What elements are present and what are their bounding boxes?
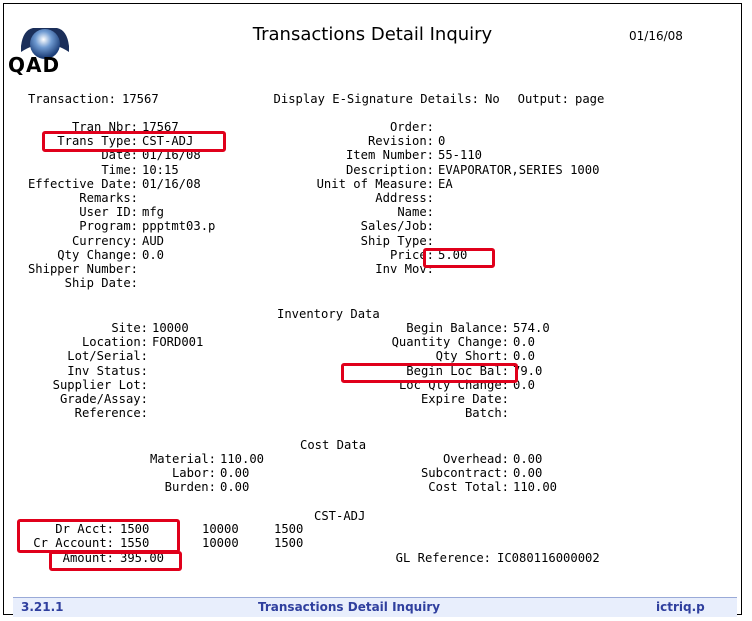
inventory-field-label: Reference: bbox=[74, 406, 148, 421]
cost-total-field-label: Overhead: bbox=[442, 452, 509, 466]
inventory-field-value: FORD001 bbox=[152, 335, 204, 350]
footer-title: Transactions Detail Inquiry bbox=[258, 600, 441, 614]
inventory-balance-field-label: Begin Loc Bal: bbox=[406, 363, 509, 378]
transaction-field-label: Shipper Number: bbox=[27, 262, 138, 276]
cost-total-field-value: 0.00 bbox=[513, 452, 543, 466]
header-date: 01/16/08 bbox=[629, 29, 683, 43]
esig-label: Display E-Signature Details: bbox=[273, 92, 479, 106]
inventory-field-label: Grade/Assay: bbox=[59, 392, 148, 406]
cost-field-label: Material: bbox=[149, 452, 216, 466]
status-bar: 3.21.1 Transactions Detail Inquiry ictri… bbox=[13, 597, 737, 617]
item-field-label: Ship Type: bbox=[360, 233, 434, 248]
transaction-label: Transaction: bbox=[27, 92, 116, 106]
item-field-label: Revision: bbox=[367, 134, 434, 149]
gl-reference-value: IC080116000002 bbox=[497, 551, 600, 565]
transaction-field-label: Tran Nbr: bbox=[71, 120, 138, 134]
item-field-value: EVAPORATOR,SERIES 1000 bbox=[438, 162, 600, 177]
inventory-field-label: Site: bbox=[111, 321, 148, 335]
inventory-balance-field-label: Batch: bbox=[464, 406, 509, 421]
inventory-balance-field-label: Quantity Change: bbox=[391, 335, 509, 350]
inventory-balance-field-value: 79.0 bbox=[513, 363, 543, 378]
logo-text: QAD bbox=[8, 53, 61, 77]
program-name: ictriq.p bbox=[656, 600, 705, 614]
transaction-field-label: Date: bbox=[101, 148, 138, 163]
cr-cc-value: 1500 bbox=[274, 536, 304, 550]
cr-account-label: Cr Account: bbox=[33, 536, 114, 550]
inventory-balance-field-label: Qty Short: bbox=[435, 349, 509, 364]
inventory-heading: Inventory Data bbox=[277, 307, 380, 321]
transaction-field-value: 0.0 bbox=[142, 247, 165, 262]
transaction-field-label: Ship Date: bbox=[64, 276, 138, 291]
transaction-field-value: AUD bbox=[142, 233, 165, 248]
item-field-label: Address: bbox=[375, 191, 434, 205]
amount-label: Amount: bbox=[62, 551, 114, 565]
cr-sub-value: 10000 bbox=[202, 536, 239, 550]
item-field-label: Description: bbox=[345, 162, 434, 177]
dr-acct-value: 1500 bbox=[120, 522, 150, 536]
inventory-balance-field-label: Expire Date: bbox=[420, 392, 509, 406]
transaction-field-value: ppptmt03.p bbox=[142, 219, 216, 234]
gl-reference-label: GL Reference: bbox=[395, 551, 491, 565]
item-field-label: Order: bbox=[389, 120, 434, 134]
item-field-value: EA bbox=[438, 176, 453, 191]
transaction-field-label: Trans Type: bbox=[57, 134, 138, 149]
inventory-balance-field-label: Begin Balance: bbox=[406, 321, 509, 335]
inventory-balance-field-value: 0.0 bbox=[513, 377, 536, 392]
dr-sub-value: 10000 bbox=[202, 522, 239, 536]
cost-total-field-label: Cost Total: bbox=[428, 480, 509, 495]
item-field-value: 0 bbox=[438, 134, 446, 149]
cost-field-label: Burden: bbox=[164, 480, 216, 495]
inventory-field-label: Lot/Serial: bbox=[67, 349, 148, 364]
transaction-field-label: Program: bbox=[79, 219, 138, 234]
dr-cc-value: 1500 bbox=[274, 522, 304, 536]
transaction-field-value: 01/16/08 bbox=[142, 176, 201, 191]
transaction-field-label: Qty Change: bbox=[57, 247, 138, 262]
inventory-field-label: Supplier Lot: bbox=[52, 377, 148, 392]
inventory-balance-field-value: 574.0 bbox=[513, 321, 550, 335]
item-field-label: Sales/Job: bbox=[360, 219, 434, 234]
cr-account-value: 1550 bbox=[120, 536, 150, 550]
inventory-field-label: Inv Status: bbox=[67, 363, 148, 378]
gl-heading: CST-ADJ bbox=[314, 509, 366, 523]
cost-field-value: 0.00 bbox=[220, 480, 250, 495]
cost-field-value: 0.00 bbox=[220, 466, 250, 481]
item-field-value: 55-110 bbox=[438, 148, 483, 163]
transaction-field-value: mfg bbox=[142, 205, 165, 220]
transaction-field-label: User ID: bbox=[79, 205, 138, 220]
inventory-field-value: 10000 bbox=[152, 321, 189, 335]
item-field-label: Item Number: bbox=[345, 148, 434, 163]
transaction-field-label: Time: bbox=[101, 162, 138, 177]
item-field-label: Name: bbox=[397, 205, 434, 220]
inventory-balance-field-value: 0.0 bbox=[513, 335, 536, 350]
cost-total-field-value: 110.00 bbox=[513, 480, 558, 495]
transaction-field-label: Effective Date: bbox=[27, 176, 138, 191]
transaction-field-value: CST-ADJ bbox=[142, 134, 194, 149]
cost-total-field-label: Subcontract: bbox=[420, 466, 509, 481]
item-field-label: Inv Mov: bbox=[375, 262, 434, 276]
transaction-field-label: Currency: bbox=[71, 233, 138, 248]
dr-acct-label: Dr Acct: bbox=[55, 522, 114, 536]
inventory-balance-field-value: 0.0 bbox=[513, 349, 536, 364]
version-label: 3.21.1 bbox=[21, 600, 64, 614]
amount-value: 395.00 bbox=[120, 551, 165, 565]
inquiry-window: QAD Transactions Detail Inquiry 01/16/08… bbox=[3, 3, 742, 617]
item-field-label: Price: bbox=[389, 247, 434, 262]
cost-field-value: 110.00 bbox=[220, 452, 265, 466]
cost-field-label: Labor: bbox=[171, 466, 216, 481]
transaction-field-value: 10:15 bbox=[142, 162, 179, 177]
item-field-label: Unit of Measure: bbox=[316, 176, 434, 191]
item-field-value: 5.00 bbox=[438, 247, 468, 262]
cost-heading: Cost Data bbox=[300, 438, 367, 452]
inventory-field-label: Location: bbox=[81, 335, 148, 350]
inventory-balance-field-label: Loc Qty Change: bbox=[398, 377, 509, 392]
transaction-field-label: Remarks: bbox=[79, 191, 138, 205]
transaction-field-value: 01/16/08 bbox=[142, 148, 201, 163]
transaction-field-value: 17567 bbox=[142, 120, 179, 134]
output-value: page bbox=[575, 92, 605, 106]
output-label: Output: bbox=[517, 92, 569, 106]
cost-total-field-value: 0.00 bbox=[513, 466, 543, 481]
